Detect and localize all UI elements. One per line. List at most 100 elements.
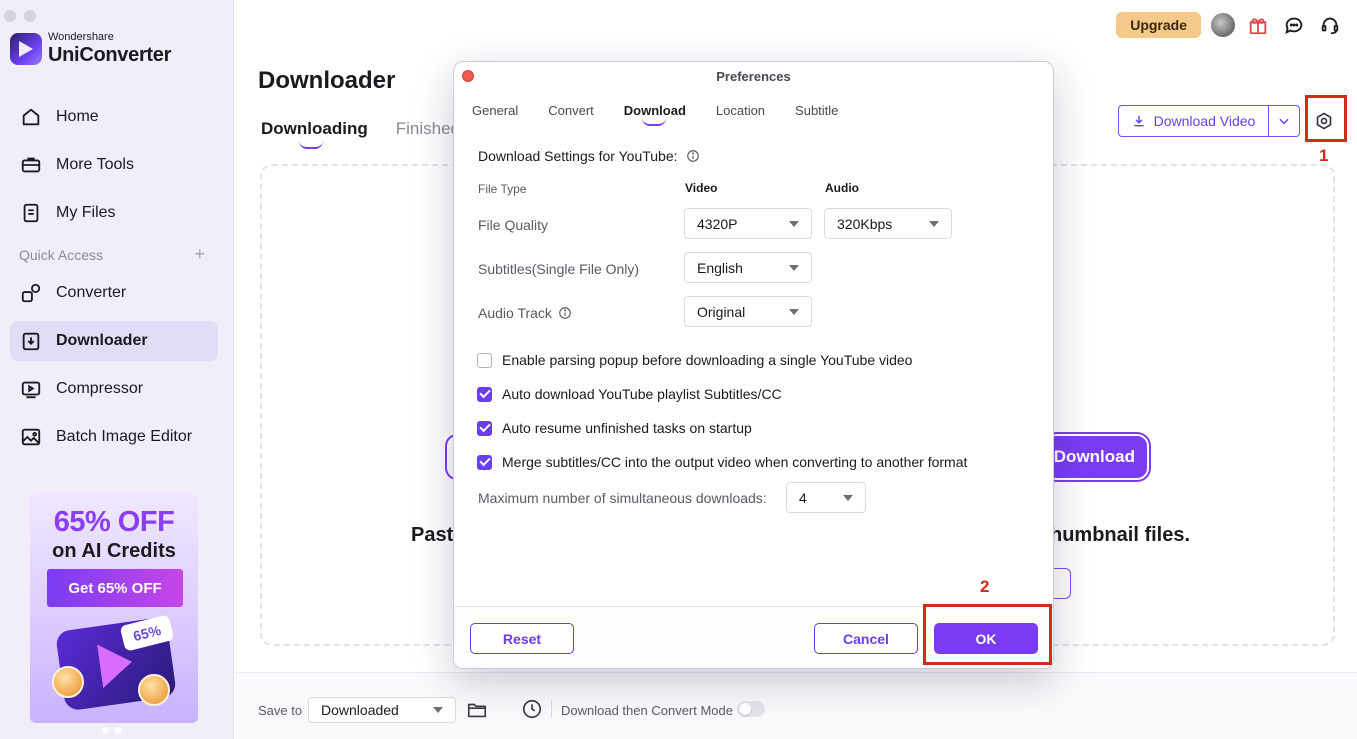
checkbox-enable-parsing-popup[interactable]: Enable parsing popup before downloading … xyxy=(477,352,912,368)
promo-dot[interactable] xyxy=(102,727,109,734)
audio-column-header: Audio xyxy=(825,181,859,195)
top-toolbar: Upgrade xyxy=(1116,12,1343,38)
save-to-value: Downloaded xyxy=(321,702,399,718)
ai-coin-icon xyxy=(52,666,84,698)
convert-mode-toggle[interactable] xyxy=(737,701,765,717)
checkbox-label: Auto resume unfinished tasks on startup xyxy=(502,420,752,436)
avatar[interactable] xyxy=(1211,13,1235,37)
tab-general[interactable]: General xyxy=(472,103,518,118)
max-downloads-select[interactable]: 4 xyxy=(786,482,866,513)
info-icon[interactable] xyxy=(558,306,572,320)
converter-icon xyxy=(20,282,42,304)
video-column-header: Video xyxy=(685,181,718,195)
toolbox-icon xyxy=(20,154,42,176)
caret-down-icon xyxy=(789,220,799,227)
subtitles-select[interactable]: English xyxy=(684,252,812,283)
headset-support-icon[interactable] xyxy=(1317,12,1343,38)
section-title-text: Download Settings for YouTube: xyxy=(478,148,678,164)
info-icon[interactable] xyxy=(686,149,700,163)
checkbox-box[interactable] xyxy=(477,420,492,436)
chat-icon[interactable] xyxy=(1281,12,1307,38)
checkbox-auto-resume[interactable]: Auto resume unfinished tasks on startup xyxy=(477,420,752,436)
tab-convert[interactable]: Convert xyxy=(548,103,594,118)
save-to-select[interactable]: Downloaded xyxy=(308,697,456,723)
max-downloads-value: 4 xyxy=(799,489,807,506)
download-video-button[interactable]: Download Video xyxy=(1119,106,1269,136)
cancel-button[interactable]: Cancel xyxy=(814,623,918,654)
section-title: Download Settings for YouTube: xyxy=(478,148,700,164)
checkbox-label: Merge subtitles/CC into the output video… xyxy=(502,454,968,470)
checkbox-box[interactable] xyxy=(477,352,492,368)
checkbox-auto-download-subtitles[interactable]: Auto download YouTube playlist Subtitles… xyxy=(477,386,782,402)
sidebar: Wondershare UniConverter Home More Tools… xyxy=(0,0,234,739)
download-options-dropdown[interactable] xyxy=(1269,106,1299,136)
image-editor-icon xyxy=(20,426,42,448)
preferences-dialog: Preferences General Convert Download Loc… xyxy=(453,61,1054,669)
sidebar-item-label: My Files xyxy=(56,204,116,221)
caret-down-icon xyxy=(433,707,443,713)
downloader-icon xyxy=(20,330,42,352)
brand-company: Wondershare xyxy=(48,31,114,43)
audio-quality-value: 320Kbps xyxy=(837,215,893,232)
download-video-split-button: Download Video xyxy=(1118,105,1300,137)
audio-quality-select[interactable]: 320Kbps xyxy=(824,208,952,239)
chevron-down-icon xyxy=(1279,118,1289,125)
sidebar-item-home[interactable]: Home xyxy=(10,97,218,137)
window-close-button[interactable] xyxy=(4,10,16,22)
promo-get-offer-button[interactable]: Get 65% OFF xyxy=(47,569,183,607)
save-to-label: Save to xyxy=(258,703,303,718)
clock-icon[interactable] xyxy=(521,698,543,720)
video-quality-value: 4320P xyxy=(697,215,738,232)
sidebar-item-converter[interactable]: Converter xyxy=(10,273,218,313)
quick-access-header: Quick Access + xyxy=(19,245,205,263)
tab-finished[interactable]: Finished xyxy=(396,119,460,139)
tab-downloading[interactable]: Downloading xyxy=(261,119,368,149)
add-quick-access-button[interactable]: + xyxy=(194,245,205,263)
download-video-label: Download Video xyxy=(1153,113,1256,129)
tab-location[interactable]: Location xyxy=(716,103,765,118)
convert-mode-label: Download then Convert Mode xyxy=(561,703,733,718)
dialog-title: Preferences xyxy=(716,69,791,84)
preferences-tabs: General Convert Download Location Subtit… xyxy=(472,103,838,126)
caret-down-icon xyxy=(929,220,939,227)
upgrade-button[interactable]: Upgrade xyxy=(1116,12,1201,38)
brand-name: UniConverter xyxy=(48,44,172,66)
sidebar-item-label: Batch Image Editor xyxy=(56,428,193,445)
promo-dot[interactable] xyxy=(115,727,122,734)
promo-pagination xyxy=(102,727,122,734)
reset-button[interactable]: Reset xyxy=(470,623,574,654)
download-icon xyxy=(1133,115,1144,127)
checkbox-label: Enable parsing popup before downloading … xyxy=(502,352,913,368)
subtitles-label: Subtitles(Single File Only) xyxy=(478,261,640,277)
checkbox-box[interactable] xyxy=(477,454,492,470)
download-button[interactable]: Download xyxy=(1045,434,1149,480)
downloader-tabs: Downloading Finished xyxy=(261,119,460,149)
checkbox-box[interactable] xyxy=(477,386,492,402)
video-quality-select[interactable]: 4320P xyxy=(684,208,812,239)
sidebar-item-batch-image-editor[interactable]: Batch Image Editor xyxy=(10,417,218,457)
promo-banner[interactable]: 65% OFF on AI Credits Get 65% OFF 65% xyxy=(30,494,198,723)
page-title: Downloader xyxy=(258,67,396,94)
max-downloads-label: Maximum number of simultaneous downloads… xyxy=(478,490,767,506)
tab-subtitle[interactable]: Subtitle xyxy=(795,103,838,118)
paste-hint-text: Past xyxy=(411,524,454,546)
sidebar-nav-primary: Home More Tools My Files xyxy=(10,97,218,241)
audio-track-select[interactable]: Original xyxy=(684,296,812,327)
divider xyxy=(551,700,552,718)
audio-track-label: Audio Track xyxy=(478,305,552,321)
window-controls xyxy=(4,10,36,22)
sidebar-item-compressor[interactable]: Compressor xyxy=(10,369,218,409)
folder-icon[interactable] xyxy=(466,699,488,721)
checkbox-merge-subtitles[interactable]: Merge subtitles/CC into the output video… xyxy=(477,454,967,470)
sidebar-item-my-files[interactable]: My Files xyxy=(10,193,218,233)
caret-down-icon xyxy=(843,494,853,501)
promo-title: 65% OFF xyxy=(53,506,175,538)
highlight-box-preferences xyxy=(1305,95,1347,142)
gift-icon[interactable] xyxy=(1245,12,1271,38)
window-minimize-button[interactable] xyxy=(24,10,36,22)
sidebar-item-more-tools[interactable]: More Tools xyxy=(10,145,218,185)
sidebar-item-downloader[interactable]: Downloader xyxy=(10,321,218,361)
thumbnail-hint-text: humbnail files. xyxy=(1050,524,1191,546)
sidebar-item-label: Converter xyxy=(56,284,127,301)
tab-download[interactable]: Download xyxy=(624,103,686,126)
